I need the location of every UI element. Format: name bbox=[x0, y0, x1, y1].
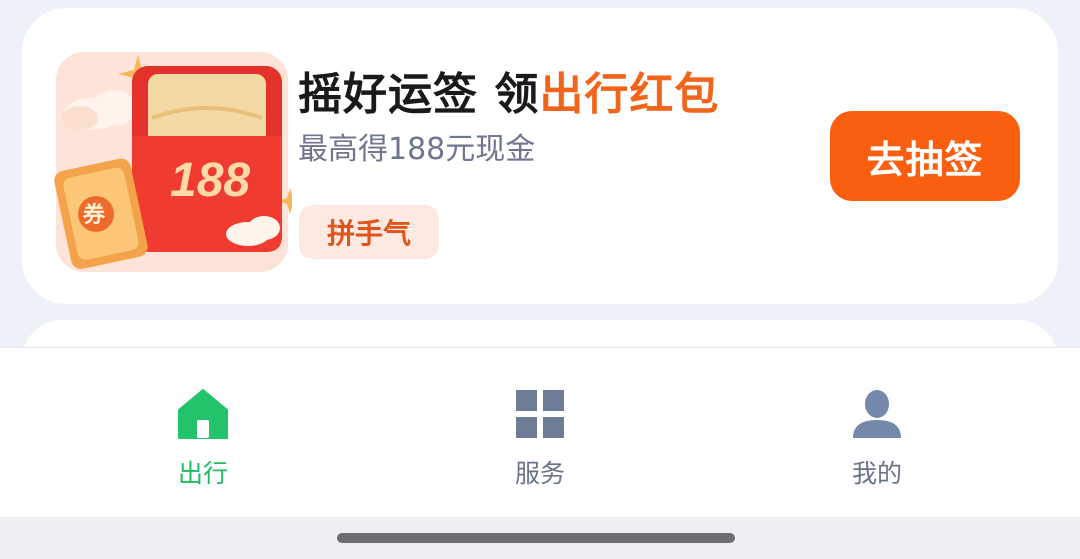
home-indicator-area bbox=[0, 517, 1080, 559]
art-amount: 188 bbox=[170, 154, 250, 207]
home-icon bbox=[178, 389, 228, 439]
tab-label-home: 出行 bbox=[177, 459, 228, 488]
luck-tag: 拼手气 bbox=[299, 205, 439, 259]
bottom-tab-bar: 出行 服务 我的 bbox=[0, 347, 1080, 517]
page: 188 券 摇好运签 领出行红包 最高得188元现金 拼手气 去抽签 出行 服务… bbox=[0, 0, 1080, 559]
draw-lot-button[interactable]: 去抽签 bbox=[830, 111, 1020, 201]
promo-title-highlight: 出行红包 bbox=[539, 69, 720, 120]
tab-mine[interactable]: 我的 bbox=[697, 348, 1057, 518]
red-envelope-illustration: 188 券 bbox=[54, 52, 292, 272]
promo-title-main: 摇好运签 领 bbox=[298, 69, 540, 120]
tab-label-services: 服务 bbox=[514, 459, 565, 488]
promo-subtitle: 最高得188元现金 bbox=[298, 132, 536, 167]
promo-title: 摇好运签 领出行红包 bbox=[298, 58, 719, 122]
tab-home[interactable]: 出行 bbox=[23, 348, 383, 518]
home-indicator[interactable] bbox=[337, 533, 735, 543]
coupon-char: 券 bbox=[82, 202, 106, 228]
user-icon bbox=[853, 390, 901, 438]
grid-icon bbox=[516, 390, 564, 438]
tab-label-mine: 我的 bbox=[851, 459, 902, 488]
promo-card[interactable]: 188 券 摇好运签 领出行红包 最高得188元现金 拼手气 去抽签 bbox=[22, 8, 1058, 304]
tab-services[interactable]: 服务 bbox=[360, 348, 720, 518]
